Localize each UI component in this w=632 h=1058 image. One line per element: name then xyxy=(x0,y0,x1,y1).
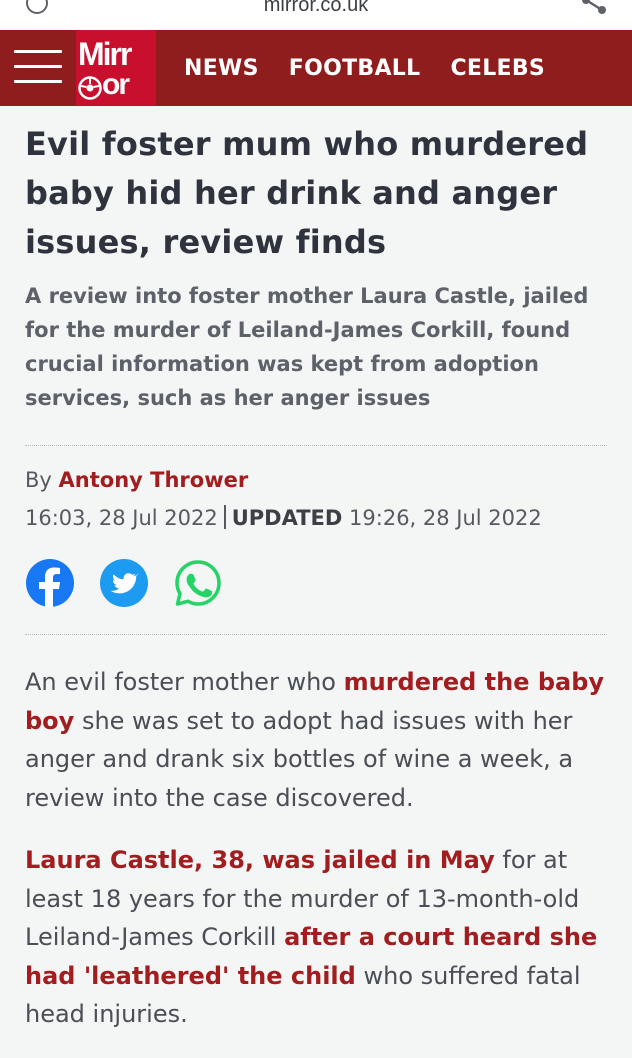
updated-label: UPDATED xyxy=(231,506,343,530)
byline: By Antony Thrower xyxy=(25,466,607,494)
share-icon[interactable] xyxy=(580,0,608,18)
share-buttons xyxy=(25,558,607,608)
date-separator xyxy=(223,505,226,529)
article-headline: Evil foster mum who murdered baby hid he… xyxy=(25,125,589,261)
facebook-icon[interactable] xyxy=(25,558,75,608)
logo-text-bottom: or xyxy=(102,68,130,101)
inline-link[interactable]: Laura Castle, 38, was jailed in May xyxy=(25,846,495,874)
nav-celebs[interactable]: CELEBS xyxy=(450,56,545,81)
article-standfirst: A review into foster mother Laura Castle… xyxy=(25,284,589,410)
nav-football[interactable]: FOOTBALL xyxy=(289,56,421,81)
twitter-icon[interactable] xyxy=(99,558,149,608)
updated-time: 19:26, 28 Jul 2022 xyxy=(349,506,542,530)
author-link[interactable]: Antony Thrower xyxy=(59,468,249,492)
menu-icon[interactable] xyxy=(14,50,62,86)
byline-prefix: By xyxy=(25,468,52,492)
logo-text-top: Mirr xyxy=(78,36,132,72)
paragraph: Laura Castle, 38, was jailed in May for … xyxy=(25,841,607,1034)
divider xyxy=(25,634,607,635)
whatsapp-icon[interactable] xyxy=(173,558,223,608)
main-nav: NEWS FOOTBALL CELEBS xyxy=(184,30,575,106)
mirror-logo[interactable]: Mirr or xyxy=(76,30,156,106)
para-text: An evil foster mother who xyxy=(25,668,344,696)
nav-news[interactable]: NEWS xyxy=(184,56,259,81)
dateline: 16:03, 28 Jul 2022 UPDATED 19:26, 28 Jul … xyxy=(25,504,607,532)
article-body: An evil foster mother who murdered the b… xyxy=(25,663,607,1034)
browser-url-bar: mirror.co.uk xyxy=(0,0,632,30)
football-icon xyxy=(78,76,102,100)
paragraph: An evil foster mother who murdered the b… xyxy=(25,663,607,817)
published-time: 16:03, 28 Jul 2022 xyxy=(25,506,218,530)
article: Evil foster mum who murdered baby hid he… xyxy=(25,106,607,1058)
url-text[interactable]: mirror.co.uk xyxy=(0,0,632,17)
site-header: Mirr or NEWS FOOTBALL CELEBS xyxy=(0,30,632,106)
divider xyxy=(25,445,607,446)
para-text: she was set to adopt had issues with her… xyxy=(25,706,574,812)
